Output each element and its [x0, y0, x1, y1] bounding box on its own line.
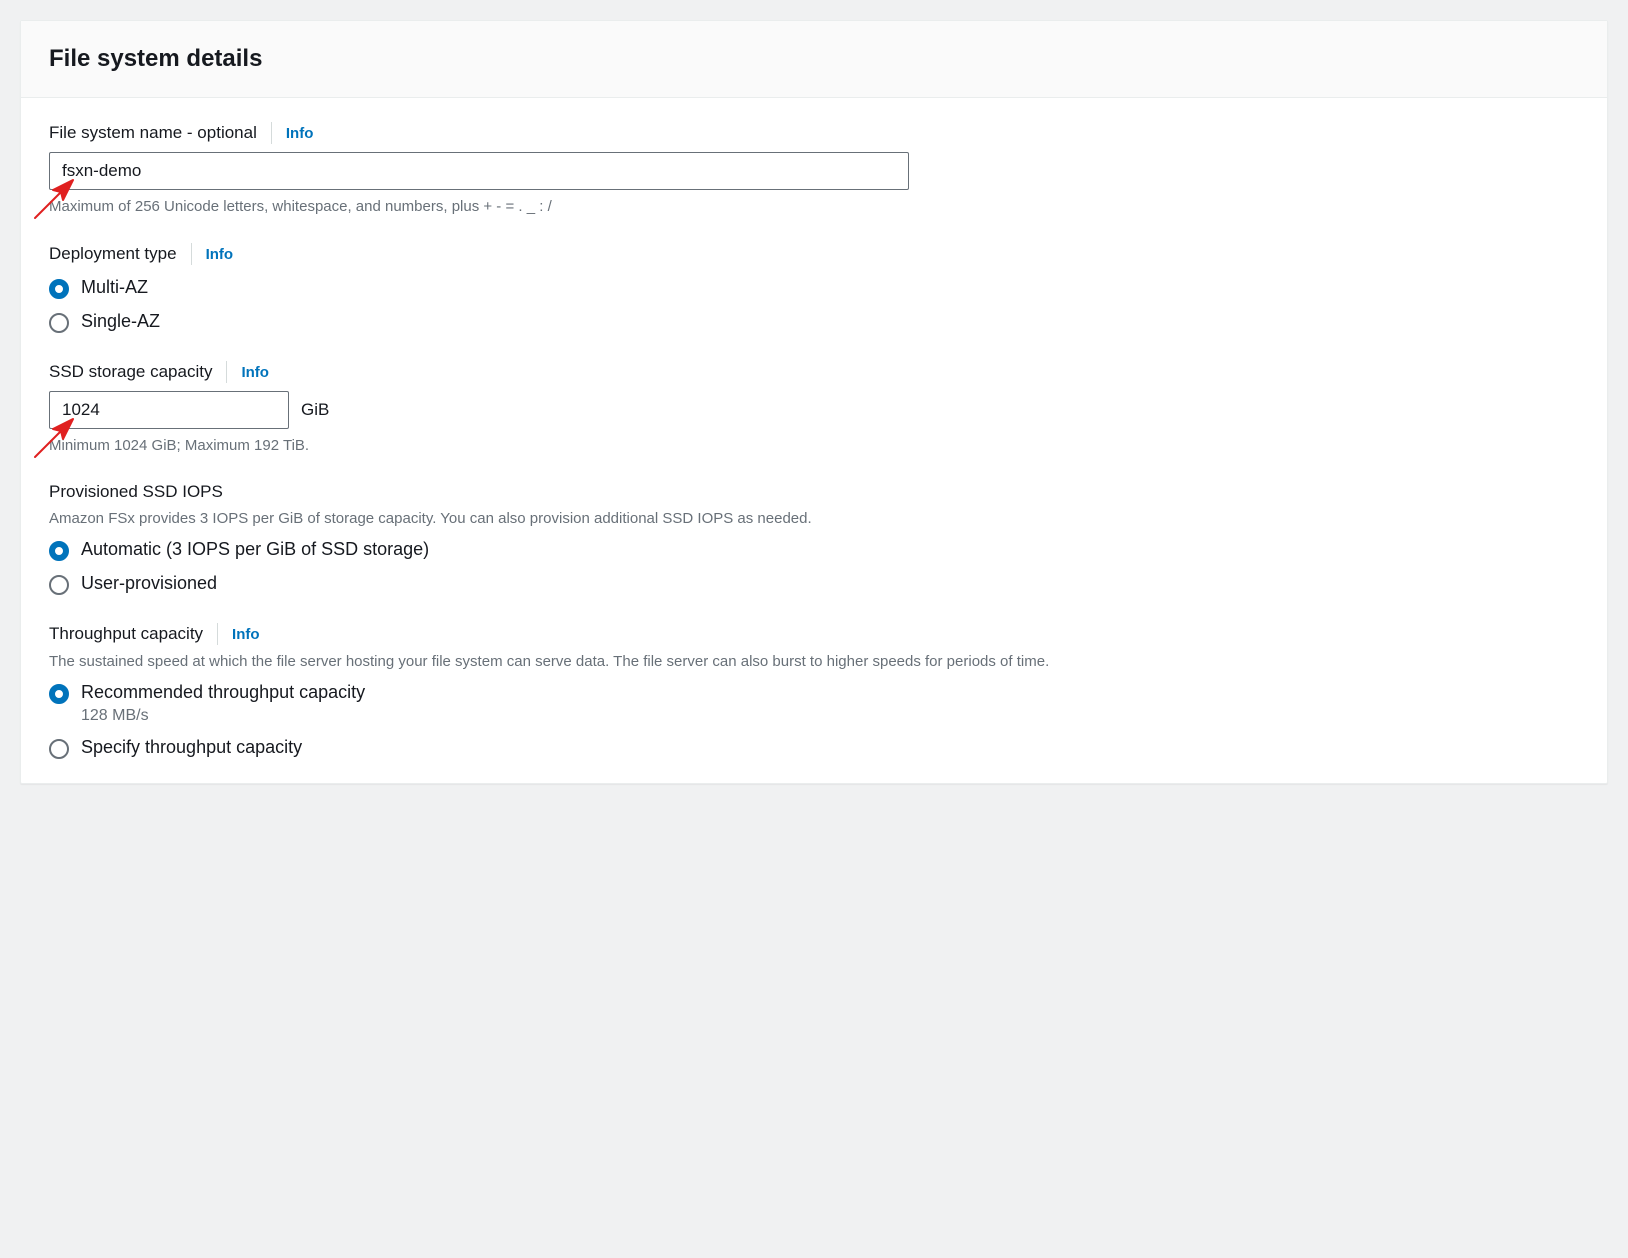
divider [217, 623, 218, 645]
label-row: Deployment type Info [49, 243, 1579, 265]
info-link-file-system-name[interactable]: Info [286, 125, 314, 142]
info-link-throughput[interactable]: Info [232, 626, 260, 643]
deployment-type-group: Deployment type Info Multi-AZ Single-AZ [49, 243, 1579, 333]
radio-iops-user[interactable]: User-provisioned [49, 573, 1579, 595]
throughput-radio-group: Recommended throughput capacity 128 MB/s… [49, 682, 1579, 759]
radio-multi-az[interactable]: Multi-AZ [49, 277, 1579, 299]
info-link-deployment-type[interactable]: Info [206, 246, 234, 263]
provisioned-iops-group: Provisioned SSD IOPS Amazon FSx provides… [49, 482, 1579, 595]
ssd-storage-input[interactable] [49, 391, 289, 429]
label-row: SSD storage capacity Info [49, 361, 1579, 383]
deployment-type-label: Deployment type [49, 244, 177, 264]
ssd-storage-help: Minimum 1024 GiB; Maximum 192 TiB. [49, 437, 1579, 454]
radio-throughput-specify[interactable]: Specify throughput capacity [49, 737, 1579, 759]
divider [271, 122, 272, 144]
divider [191, 243, 192, 265]
throughput-help: The sustained speed at which the file se… [49, 653, 1579, 670]
radio-label-user: User-provisioned [81, 573, 217, 594]
radio-selected-icon [49, 279, 69, 299]
radio-label-automatic: Automatic (3 IOPS per GiB of SSD storage… [81, 539, 429, 560]
divider [226, 361, 227, 383]
radio-label-recommended: Recommended throughput capacity [81, 682, 365, 703]
radio-selected-icon [49, 684, 69, 704]
ssd-input-row: GiB [49, 391, 1579, 429]
label-row: Throughput capacity Info [49, 623, 1579, 645]
label-row: File system name - optional Info [49, 122, 1579, 144]
radio-throughput-recommended[interactable]: Recommended throughput capacity 128 MB/s [49, 682, 1579, 725]
info-link-ssd-storage[interactable]: Info [241, 364, 269, 381]
deployment-type-radio-group: Multi-AZ Single-AZ [49, 277, 1579, 333]
panel-title: File system details [49, 45, 1579, 73]
radio-unselected-icon [49, 739, 69, 759]
file-system-name-label: File system name - optional [49, 123, 257, 143]
panel-header: File system details [21, 21, 1607, 98]
radio-sublabel-recommended: 128 MB/s [81, 707, 365, 725]
panel-body: File system name - optional Info Maximum… [21, 98, 1607, 783]
radio-label-multi-az: Multi-AZ [81, 277, 148, 298]
ssd-storage-group: SSD storage capacity Info GiB Minimum 10… [49, 361, 1579, 454]
radio-unselected-icon [49, 575, 69, 595]
radio-label-single-az: Single-AZ [81, 311, 160, 332]
radio-single-az[interactable]: Single-AZ [49, 311, 1579, 333]
file-system-details-panel: File system details File system name - o… [20, 20, 1608, 784]
throughput-group: Throughput capacity Info The sustained s… [49, 623, 1579, 759]
provisioned-iops-label: Provisioned SSD IOPS [49, 482, 223, 502]
file-system-name-input[interactable] [49, 152, 909, 190]
file-system-name-help: Maximum of 256 Unicode letters, whitespa… [49, 198, 1579, 215]
provisioned-iops-help: Amazon FSx provides 3 IOPS per GiB of st… [49, 510, 1579, 527]
label-row: Provisioned SSD IOPS [49, 482, 1579, 502]
radio-label-specify: Specify throughput capacity [81, 737, 302, 758]
ssd-unit-label: GiB [301, 400, 329, 420]
file-system-name-group: File system name - optional Info Maximum… [49, 122, 1579, 215]
provisioned-iops-radio-group: Automatic (3 IOPS per GiB of SSD storage… [49, 539, 1579, 595]
ssd-storage-label: SSD storage capacity [49, 362, 212, 382]
radio-iops-automatic[interactable]: Automatic (3 IOPS per GiB of SSD storage… [49, 539, 1579, 561]
throughput-label: Throughput capacity [49, 624, 203, 644]
radio-selected-icon [49, 541, 69, 561]
radio-unselected-icon [49, 313, 69, 333]
